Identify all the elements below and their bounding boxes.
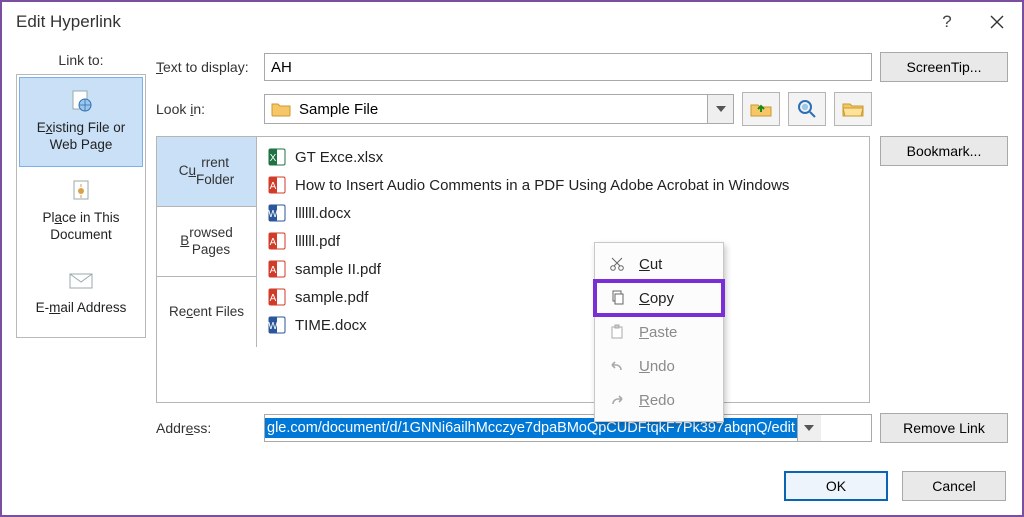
folder-icon [271, 101, 291, 117]
file-name: sample II.pdf [295, 261, 381, 278]
context-menu-label: Redo [639, 392, 675, 409]
link-to-item-label: Web Page [50, 137, 113, 154]
file-pdf-icon: A [267, 175, 287, 195]
context-menu-label: Cut [639, 256, 662, 273]
file-pdf-icon: A [267, 231, 287, 251]
scissors-icon [607, 256, 627, 272]
file-item[interactable]: X GT Exce.xlsx [261, 143, 865, 171]
redo-icon [607, 392, 627, 408]
file-xlsx-icon: X [267, 147, 287, 167]
browse-tab-browsed-pages[interactable]: BrowsedPages [157, 207, 257, 277]
edit-hyperlink-dialog: Edit Hyperlink ? Link to: Existing File … [0, 0, 1024, 517]
svg-text:A: A [270, 181, 277, 192]
text-to-display-label: Text to display: [156, 59, 256, 75]
link-to-item-label: Document [50, 227, 112, 244]
context-menu-copy[interactable]: Copy [595, 281, 723, 315]
look-in-value: Sample File [299, 101, 707, 118]
file-list[interactable]: X GT Exce.xlsx A How to Insert Audio Commen… [257, 137, 869, 402]
link-to-label: Link to: [58, 52, 103, 68]
file-pdf-icon: A [267, 287, 287, 307]
context-menu-label: Undo [639, 358, 675, 375]
file-pdf-icon: A [267, 259, 287, 279]
address-input[interactable]: gle.com/document/d/1GNNi6ailhMcczye7dpaB… [264, 414, 872, 442]
link-to-place-in-this-document[interactable]: Place in ThisDocument [19, 167, 143, 257]
link-to-e-mail-address[interactable]: E-mail Address [19, 257, 143, 330]
context-menu-label: Paste [639, 324, 677, 341]
link-to-list: Existing File orWeb PagePlace in ThisDoc… [16, 74, 146, 338]
file-item[interactable]: Asample II.pdf [261, 255, 865, 283]
file-name: sample.pdf [295, 289, 368, 306]
svg-text:A: A [270, 293, 277, 304]
context-menu-label: Copy [639, 290, 674, 307]
file-item[interactable]: Allllll.pdf [261, 227, 865, 255]
help-button[interactable]: ? [922, 2, 972, 42]
file-item[interactable]: W TIME.docx [261, 311, 865, 339]
text-to-display-input[interactable] [264, 53, 872, 81]
undo-icon [607, 358, 627, 374]
address-label: Address: [156, 420, 256, 436]
browse-web-button[interactable] [788, 92, 826, 126]
file-name: TIME.docx [295, 317, 367, 334]
ok-button[interactable]: OK [784, 471, 888, 501]
file-name: How to Insert Audio Comments in a PDF Us… [295, 177, 789, 194]
up-one-level-button[interactable] [742, 92, 780, 126]
context-menu: Cut Copy Paste Undo Redo [594, 242, 724, 422]
address-dropdown-button[interactable] [797, 415, 821, 441]
file-item[interactable]: Asample.pdf [261, 283, 865, 311]
paste-icon [607, 324, 627, 340]
context-menu-redo: Redo [595, 383, 723, 417]
dialog-title: Edit Hyperlink [16, 12, 121, 32]
svg-text:X: X [270, 153, 277, 164]
remove-link-button[interactable]: Remove Link [880, 413, 1008, 443]
file-item[interactable]: A How to Insert Audio Comments in a PDF U… [261, 171, 865, 199]
file-name: GT Exce.xlsx [295, 149, 383, 166]
link-to-item-label: E-mail Address [36, 300, 127, 317]
browse-tab-current-folder[interactable]: CurrentFolder [157, 137, 257, 207]
copy-icon [607, 290, 627, 306]
link-to-item-label: Place in This [42, 210, 119, 227]
file-name: llllll.docx [295, 205, 351, 222]
file-docx-icon: W [267, 315, 287, 335]
svg-text:W: W [268, 209, 278, 220]
close-button[interactable] [972, 2, 1022, 42]
context-menu-paste: Paste [595, 315, 723, 349]
svg-text:A: A [270, 237, 277, 248]
file-name: llllll.pdf [295, 233, 340, 250]
link-to-existing-file-or-web-page[interactable]: Existing File orWeb Page [19, 77, 143, 167]
browse-tabs: CurrentFolderBrowsedPagesRecent Files [157, 137, 257, 402]
svg-text:W: W [268, 321, 278, 332]
cancel-button[interactable]: Cancel [902, 471, 1006, 501]
file-docx-icon: W [267, 203, 287, 223]
mail-icon [68, 268, 94, 294]
doc-place-icon [68, 178, 94, 204]
svg-text:A: A [270, 265, 277, 276]
context-menu-undo: Undo [595, 349, 723, 383]
globe-page-icon [68, 88, 94, 114]
look-in-dropdown-button[interactable] [707, 95, 733, 123]
file-item[interactable]: Wllllll.docx [261, 199, 865, 227]
look-in-label: Look in: [156, 101, 256, 117]
browse-tab-recent-files[interactable]: Recent Files [157, 277, 257, 347]
titlebar: Edit Hyperlink ? [2, 2, 1022, 42]
screentip-button[interactable]: ScreenTip... [880, 52, 1008, 82]
browse-file-button[interactable] [834, 92, 872, 126]
link-to-item-label: Existing File or [37, 120, 126, 137]
context-menu-cut[interactable]: Cut [595, 247, 723, 281]
look-in-combo[interactable]: Sample File [264, 94, 734, 124]
bookmark-button[interactable]: Bookmark... [880, 136, 1008, 166]
